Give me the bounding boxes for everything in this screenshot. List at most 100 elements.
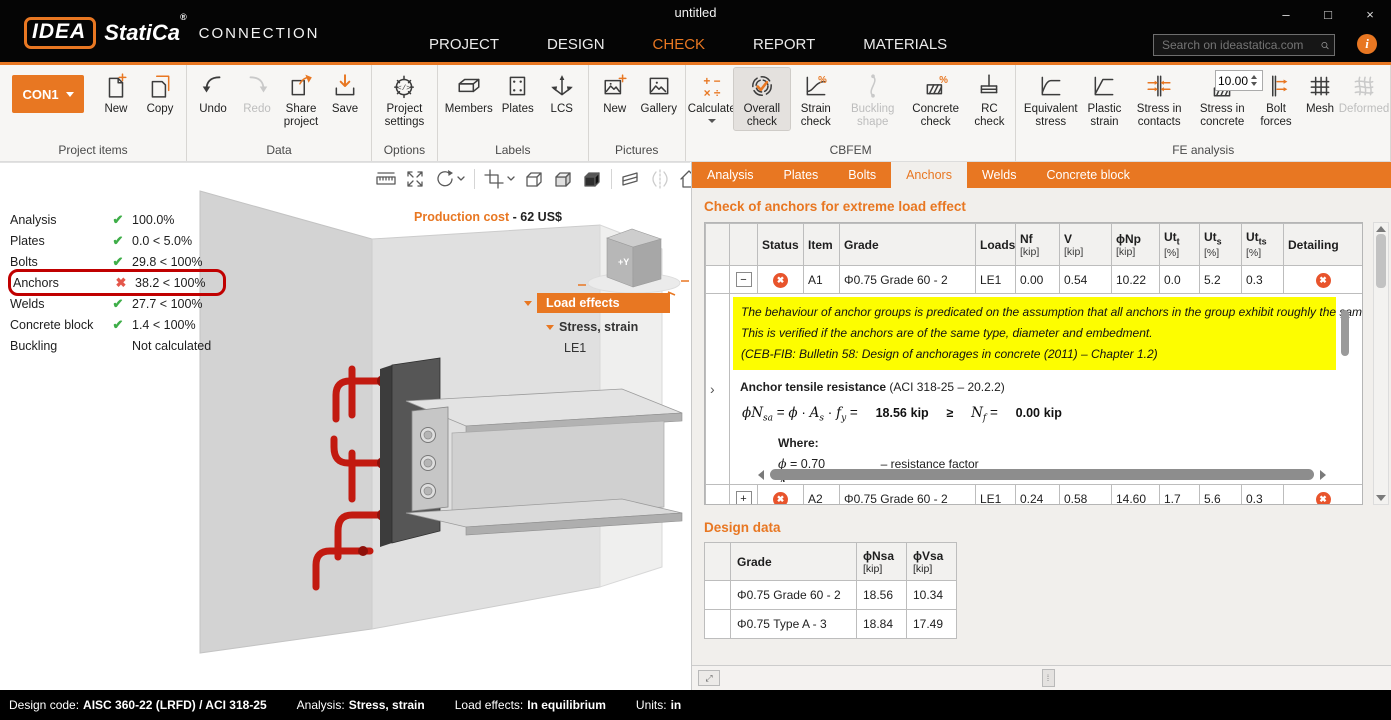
cell-phinsa: 18.84 bbox=[857, 610, 907, 639]
tree-node-le1[interactable]: LE1 bbox=[564, 341, 684, 355]
menu-project[interactable]: PROJECT bbox=[405, 26, 523, 62]
table-row-a1[interactable]: − ✖ A1 Φ0.75 Grade 60 - 2 LE1 0.00 0.54 … bbox=[706, 266, 1363, 294]
tab-welds[interactable]: Welds bbox=[967, 162, 1032, 188]
summary-label: Welds bbox=[10, 297, 104, 311]
cross-icon: ✖ bbox=[107, 275, 135, 291]
menu-materials[interactable]: MATERIALS bbox=[839, 26, 971, 62]
tree-node-load-effects[interactable]: Load effects bbox=[524, 293, 684, 313]
cell-grade: Φ0.75 Type A - 3 bbox=[731, 610, 857, 639]
tree-node-stress-strain[interactable]: Stress, strain bbox=[546, 320, 684, 334]
scrollbar-thumb[interactable] bbox=[1376, 234, 1386, 288]
cube-shaded-icon[interactable] bbox=[553, 169, 573, 189]
summary-row-buckling[interactable]: Buckling Not calculated bbox=[10, 335, 224, 356]
tab-bolts[interactable]: Bolts bbox=[833, 162, 891, 188]
design-data-row[interactable]: Φ0.75 Grade 60 - 2 18.56 10.34 bbox=[705, 581, 957, 610]
table-row-a2[interactable]: + ✖ A2 Φ0.75 Grade 60 - 2 LE1 0.24 0.58 … bbox=[706, 485, 1363, 506]
ribbon-button-calculate[interactable]: + −× ÷ Calculate bbox=[690, 68, 734, 124]
detail-gutter-chevron[interactable]: › bbox=[706, 294, 730, 485]
col-v: V[kip] bbox=[1060, 224, 1112, 266]
summary-row-plates[interactable]: Plates ✔ 0.0 < 5.0% bbox=[10, 230, 224, 251]
ribbon-button-concrete-check[interactable]: % Concrete check bbox=[904, 68, 968, 130]
maximize-button[interactable]: □ bbox=[1307, 0, 1349, 28]
measure-icon[interactable] bbox=[376, 169, 396, 189]
tab-plates[interactable]: Plates bbox=[769, 162, 834, 188]
ribbon-button-gallery[interactable]: Gallery bbox=[637, 68, 681, 117]
cell-v: 0.54 bbox=[1060, 266, 1112, 294]
design-data-row[interactable]: Φ0.75 Type A - 3 18.84 17.49 bbox=[705, 610, 957, 639]
col-nf: Nf[kip] bbox=[1016, 224, 1060, 266]
ribbon-button-undo[interactable]: Undo bbox=[191, 68, 235, 117]
tab-concrete-block[interactable]: Concrete block bbox=[1031, 162, 1144, 188]
summary-row-concrete-block[interactable]: Concrete block ✔ 1.4 < 100% bbox=[10, 314, 224, 335]
ribbon-button-copy-project-item[interactable]: Copy bbox=[138, 68, 182, 117]
svg-text:%: % bbox=[939, 75, 948, 86]
scrollbar-thumb[interactable] bbox=[1341, 310, 1349, 356]
ribbon-button-rc-check[interactable]: RC check bbox=[967, 68, 1011, 130]
cube-solid-icon[interactable] bbox=[582, 169, 602, 189]
spinner-arrows[interactable] bbox=[1251, 75, 1257, 86]
ribbon-button-mesh[interactable]: Mesh bbox=[1298, 68, 1342, 117]
scroll-up-icon[interactable] bbox=[1376, 226, 1386, 232]
summary-row-analysis[interactable]: Analysis ✔ 100.0% bbox=[10, 209, 224, 230]
summary-value: 0.0 < 5.0% bbox=[132, 234, 224, 248]
ribbon-button-new-project-item[interactable]: New bbox=[94, 68, 138, 117]
scroll-right-icon[interactable] bbox=[1320, 470, 1326, 480]
ribbon-button-stress-in-contacts[interactable]: Stress in contacts bbox=[1128, 68, 1191, 130]
expand-panel-button[interactable]: ⤢ bbox=[698, 670, 720, 686]
section-view-icon[interactable] bbox=[621, 169, 641, 189]
ribbon-button-share-project[interactable]: Share project bbox=[279, 68, 323, 130]
status-analysis: Analysis:Stress, strain bbox=[297, 698, 425, 712]
scale-input[interactable] bbox=[1216, 74, 1248, 88]
summary-value: 1.4 < 100% bbox=[132, 318, 224, 332]
ribbon-button-members-labels[interactable]: Members bbox=[442, 68, 496, 117]
summary-row-anchors[interactable]: Anchors ✖ 38.2 < 100% bbox=[13, 272, 221, 293]
cell-grade: Φ0.75 Grade 60 - 2 bbox=[731, 581, 857, 610]
connection-selector[interactable]: CON1 bbox=[12, 75, 84, 113]
detail-horizontal-scrollbar[interactable] bbox=[758, 468, 1326, 481]
menu-design[interactable]: DESIGN bbox=[523, 26, 629, 62]
cube-wireframe-icon[interactable] bbox=[524, 169, 544, 189]
ribbon-button-new-picture[interactable]: New bbox=[593, 68, 637, 117]
info-button[interactable]: i bbox=[1357, 34, 1377, 54]
ribbon-button-lcs-labels[interactable]: LCS bbox=[540, 68, 584, 117]
splitter-handle[interactable]: ⁞ bbox=[1042, 669, 1055, 687]
ribbon-button-equivalent-stress[interactable]: Equivalent stress bbox=[1020, 68, 1081, 130]
scroll-down-icon[interactable] bbox=[1376, 495, 1386, 501]
col-utts: Utts[%] bbox=[1242, 224, 1284, 266]
gear-icon: </> bbox=[391, 71, 417, 101]
rotate-view-icon[interactable] bbox=[434, 169, 465, 189]
menu-report[interactable]: REPORT bbox=[729, 26, 839, 62]
tab-analysis[interactable]: Analysis bbox=[692, 162, 769, 188]
summary-row-welds[interactable]: Welds ✔ 27.7 < 100% bbox=[10, 293, 224, 314]
ribbon-button-strain-check[interactable]: % Strain check bbox=[790, 68, 842, 130]
panel-vertical-scrollbar[interactable] bbox=[1373, 222, 1389, 505]
ribbon-button-overall-check[interactable]: Overall check bbox=[734, 68, 790, 130]
summary-label: Concrete block bbox=[10, 318, 104, 332]
ribbon-group-label: Project items bbox=[4, 141, 182, 161]
scroll-left-icon[interactable] bbox=[758, 470, 764, 480]
panel-bottom-strip: ⤢ ⁞ bbox=[692, 665, 1391, 690]
crop-tool-icon[interactable] bbox=[484, 169, 515, 189]
ribbon-button-plates-labels[interactable]: Plates bbox=[496, 68, 540, 117]
menu-check[interactable]: CHECK bbox=[629, 26, 730, 62]
close-button[interactable]: × bbox=[1349, 0, 1391, 28]
ribbon-button-plastic-strain[interactable]: Plastic strain bbox=[1081, 68, 1128, 130]
cell-utts: 0.3 bbox=[1242, 266, 1284, 294]
detail-vertical-scrollbar[interactable] bbox=[1340, 298, 1350, 464]
expand-row-button[interactable]: + bbox=[736, 491, 752, 505]
chevron-down-icon bbox=[708, 119, 716, 123]
viewport-3d: +Y Analysis ✔ 100.0% Pla bbox=[0, 162, 690, 690]
search-input[interactable] bbox=[1154, 38, 1321, 52]
ribbon-button-project-settings[interactable]: </> Project settings bbox=[376, 68, 433, 130]
collapse-row-button[interactable]: − bbox=[736, 272, 752, 287]
zoom-fit-icon[interactable] bbox=[405, 169, 425, 189]
scrollbar-thumb[interactable] bbox=[770, 469, 1314, 480]
copy-icon bbox=[147, 71, 173, 101]
note-line: (CEB-FIB: Bulletin 58: Design of anchora… bbox=[741, 344, 1328, 365]
cell-item: A1 bbox=[804, 266, 840, 294]
production-cost: Production cost - 62 US$ bbox=[414, 210, 562, 224]
tab-anchors[interactable]: Anchors bbox=[891, 162, 967, 188]
ribbon-button-save[interactable]: Save bbox=[323, 68, 367, 117]
minimize-button[interactable]: – bbox=[1265, 0, 1307, 28]
svg-text:%: % bbox=[818, 75, 827, 86]
